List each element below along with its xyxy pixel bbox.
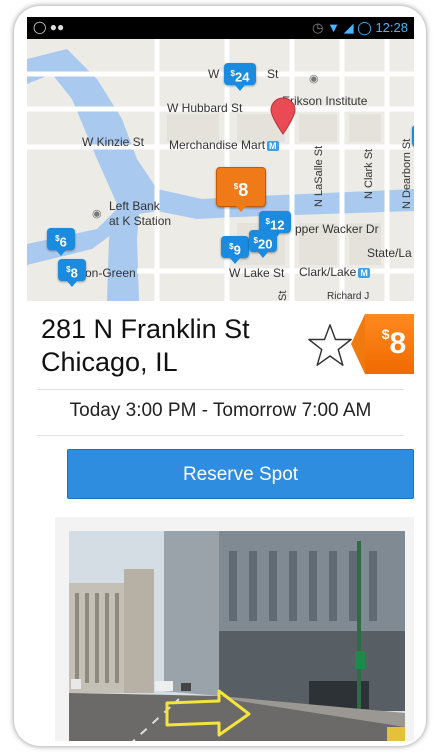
signal-icon: ◢ <box>343 20 354 35</box>
street-label-clark: N Clark St <box>363 148 375 199</box>
screen: ◯ ●● ◷ ▼ ◢ ◯ 12:28 W St W Hubbard St ◉ E… <box>27 17 414 741</box>
notification-icons: ◯ ●● <box>33 20 65 34</box>
station-label-clark-lake: Clark/Lake M <box>299 265 370 279</box>
reserve-spot-button[interactable]: Reserve Spot <box>67 449 414 499</box>
price-pin-selected[interactable]: $8 <box>216 167 266 212</box>
poi-label-left-bank-1: Left Bank <box>109 199 160 213</box>
street-view-card <box>55 517 414 741</box>
price-pin[interactable]: $8 <box>58 259 86 287</box>
price-pin[interactable]: $6 <box>47 228 75 256</box>
time-range: Today 3:00 PM - Tomorrow 7:00 AM <box>69 400 372 421</box>
address-line-1: 281 N Franklin St <box>41 314 250 344</box>
street-label-lake: W Lake St <box>229 266 285 280</box>
price-tag: $8 <box>351 314 414 374</box>
street-view-photo[interactable] <box>69 531 405 741</box>
street-label-wacker: pper Wacker Dr <box>295 222 379 236</box>
station-label-state-lake: State/La <box>367 246 412 260</box>
sync-icon: ◯ <box>357 20 372 35</box>
address-line-2: Chicago, IL <box>41 347 178 377</box>
price-pin[interactable]: $9 <box>221 236 249 264</box>
poi-label-left-bank-2: at K Station <box>109 214 172 228</box>
listing-address: 281 N Franklin St Chicago, IL <box>41 313 311 379</box>
phone-frame: ◯ ●● ◷ ▼ ◢ ◯ 12:28 W St W Hubbard St ◉ E… <box>14 6 426 746</box>
street-label-hubbard: W Hubbard St <box>167 101 243 115</box>
divider <box>37 435 404 436</box>
metro-icon: M <box>358 268 370 278</box>
poi-icon: ◉ <box>92 208 102 220</box>
poi-label-merchandise: Merchandise Mart M <box>169 138 279 152</box>
status-right: ◷ ▼ ◢ ◯ 12:28 <box>312 20 408 36</box>
street-label-w: W <box>208 67 220 81</box>
metro-icon: M <box>267 141 279 151</box>
map-view[interactable]: W St W Hubbard St ◉ Erikson Institute W … <box>27 39 414 301</box>
wifi-icon: ▼ <box>327 20 341 35</box>
street-label-green: on-Green <box>85 266 136 280</box>
location-pin-icon <box>270 97 296 135</box>
poi-icon: ◉ <box>309 73 319 85</box>
street-label-st-small: St <box>277 290 289 301</box>
clock: 12:28 <box>375 20 408 35</box>
favorite-star-icon[interactable] <box>307 323 353 367</box>
street-label-dearborn: N Dearborn St <box>401 138 413 209</box>
status-bar: ◯ ●● ◷ ▼ ◢ ◯ 12:28 <box>27 17 414 39</box>
price-pin[interactable]: $20 <box>249 230 277 258</box>
price-pin[interactable]: $24 <box>224 63 256 91</box>
street-label-st: St <box>267 67 279 81</box>
street-label-richard: Richard J <box>327 291 370 301</box>
alarm-icon: ◷ <box>312 20 324 35</box>
divider <box>37 389 404 390</box>
street-label-lasalle: N LaSalle St <box>313 145 325 207</box>
price-pin[interactable]: $50 <box>412 125 414 147</box>
street-label-kinzie: W Kinzie St <box>82 135 145 149</box>
